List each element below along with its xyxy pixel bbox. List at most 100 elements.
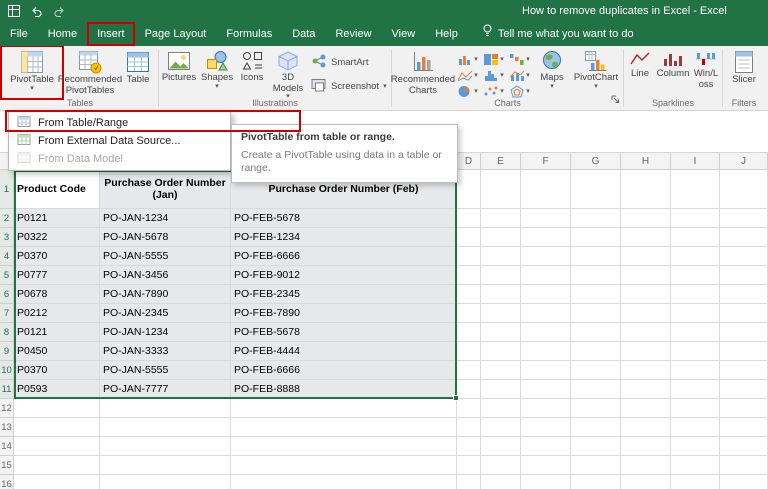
cell-C16[interactable] xyxy=(231,475,457,489)
cell-G9[interactable] xyxy=(571,342,621,361)
cell-C15[interactable] xyxy=(231,456,457,475)
cell-I10[interactable] xyxy=(671,361,720,380)
cell-B7[interactable]: PO-JAN-2345 xyxy=(100,304,231,323)
maps-button[interactable]: Maps ▾ xyxy=(534,48,570,97)
tab-page-layout[interactable]: Page Layout xyxy=(135,22,217,46)
cell-H7[interactable] xyxy=(621,304,671,323)
cell-F3[interactable] xyxy=(521,228,571,247)
cell-F2[interactable] xyxy=(521,209,571,228)
cell-A2[interactable]: P0121 xyxy=(14,209,100,228)
cell-G4[interactable] xyxy=(571,247,621,266)
cell-D8[interactable] xyxy=(457,323,481,342)
cell-D16[interactable] xyxy=(457,475,481,489)
cell-B12[interactable] xyxy=(100,399,231,418)
cell-A1[interactable]: Product Code xyxy=(14,170,100,209)
cell-J15[interactable] xyxy=(720,456,768,475)
charts-dialog-launcher-icon[interactable] xyxy=(611,91,620,109)
row-header-10[interactable]: 10 xyxy=(0,361,14,380)
cell-F12[interactable] xyxy=(521,399,571,418)
cell-F10[interactable] xyxy=(521,361,571,380)
cell-I2[interactable] xyxy=(671,209,720,228)
cell-B15[interactable] xyxy=(100,456,231,475)
cell-G13[interactable] xyxy=(571,418,621,437)
cell-E4[interactable] xyxy=(481,247,521,266)
row-header-9[interactable]: 9 xyxy=(0,342,14,361)
cell-D5[interactable] xyxy=(457,266,481,285)
cell-G7[interactable] xyxy=(571,304,621,323)
cell-H12[interactable] xyxy=(621,399,671,418)
cell-I15[interactable] xyxy=(671,456,720,475)
cell-G14[interactable] xyxy=(571,437,621,456)
cell-G8[interactable] xyxy=(571,323,621,342)
tab-view[interactable]: View xyxy=(382,22,426,46)
cell-J7[interactable] xyxy=(720,304,768,323)
menu-item-from-data-model[interactable]: From Data Model xyxy=(9,150,230,168)
row-header-16[interactable]: 16 xyxy=(0,475,14,489)
cell-H10[interactable] xyxy=(621,361,671,380)
histogram-chart-button[interactable]: ▾ xyxy=(481,68,506,83)
row-header-1[interactable]: 1 xyxy=(0,170,14,209)
cell-F4[interactable] xyxy=(521,247,571,266)
cell-D7[interactable] xyxy=(457,304,481,323)
cell-D13[interactable] xyxy=(457,418,481,437)
cell-I16[interactable] xyxy=(671,475,720,489)
tell-me-box[interactable]: Tell me what you want to do xyxy=(482,22,634,46)
cell-I7[interactable] xyxy=(671,304,720,323)
cell-E3[interactable] xyxy=(481,228,521,247)
cell-J11[interactable] xyxy=(720,380,768,399)
cell-B9[interactable]: PO-JAN-3333 xyxy=(100,342,231,361)
cell-I4[interactable] xyxy=(671,247,720,266)
cell-I13[interactable] xyxy=(671,418,720,437)
cell-B5[interactable]: PO-JAN-3456 xyxy=(100,266,231,285)
cell-G5[interactable] xyxy=(571,266,621,285)
cell-H4[interactable] xyxy=(621,247,671,266)
cell-C7[interactable]: PO-FEB-7890 xyxy=(231,304,457,323)
row-header-12[interactable]: 12 xyxy=(0,399,14,418)
cell-B14[interactable] xyxy=(100,437,231,456)
cell-E10[interactable] xyxy=(481,361,521,380)
cell-B13[interactable] xyxy=(100,418,231,437)
column-header-G[interactable]: G xyxy=(571,153,621,170)
cell-A5[interactable]: P0777 xyxy=(14,266,100,285)
row-header-14[interactable]: 14 xyxy=(0,437,14,456)
cell-A14[interactable] xyxy=(14,437,100,456)
cell-G10[interactable] xyxy=(571,361,621,380)
cell-E9[interactable] xyxy=(481,342,521,361)
line-sparkline-button[interactable]: Line xyxy=(625,48,655,97)
screenshot-button[interactable]: Screenshot ▾ xyxy=(311,78,387,95)
cell-C8[interactable]: PO-FEB-5678 xyxy=(231,323,457,342)
cell-H9[interactable] xyxy=(621,342,671,361)
cell-A11[interactable]: P0593 xyxy=(14,380,100,399)
cell-C13[interactable] xyxy=(231,418,457,437)
smartart-button[interactable]: SmartArt xyxy=(311,54,387,71)
cell-F11[interactable] xyxy=(521,380,571,399)
cell-D4[interactable] xyxy=(457,247,481,266)
cell-H8[interactable] xyxy=(621,323,671,342)
cell-G15[interactable] xyxy=(571,456,621,475)
cell-J1[interactable] xyxy=(720,170,768,209)
cell-A8[interactable]: P0121 xyxy=(14,323,100,342)
column-header-I[interactable]: I xyxy=(671,153,720,170)
cell-J9[interactable] xyxy=(720,342,768,361)
line-chart-button[interactable]: ▾ xyxy=(455,68,480,83)
pivottable-button[interactable]: PivotTable ▾ xyxy=(0,46,64,100)
cell-E7[interactable] xyxy=(481,304,521,323)
cell-H13[interactable] xyxy=(621,418,671,437)
cell-H1[interactable] xyxy=(621,170,671,209)
row-header-5[interactable]: 5 xyxy=(0,266,14,285)
pictures-button[interactable]: Pictures xyxy=(160,48,198,97)
cell-H2[interactable] xyxy=(621,209,671,228)
cell-H5[interactable] xyxy=(621,266,671,285)
shapes-button[interactable]: Shapes ▾ xyxy=(198,48,236,97)
cell-J13[interactable] xyxy=(720,418,768,437)
cell-J3[interactable] xyxy=(720,228,768,247)
cell-E11[interactable] xyxy=(481,380,521,399)
cell-H6[interactable] xyxy=(621,285,671,304)
column-header-J[interactable]: J xyxy=(720,153,768,170)
cell-F15[interactable] xyxy=(521,456,571,475)
cell-E15[interactable] xyxy=(481,456,521,475)
tab-formulas[interactable]: Formulas xyxy=(216,22,282,46)
winloss-sparkline-button[interactable]: Win/Loss xyxy=(691,48,721,97)
icons-button[interactable]: Icons xyxy=(236,48,268,97)
cell-I12[interactable] xyxy=(671,399,720,418)
